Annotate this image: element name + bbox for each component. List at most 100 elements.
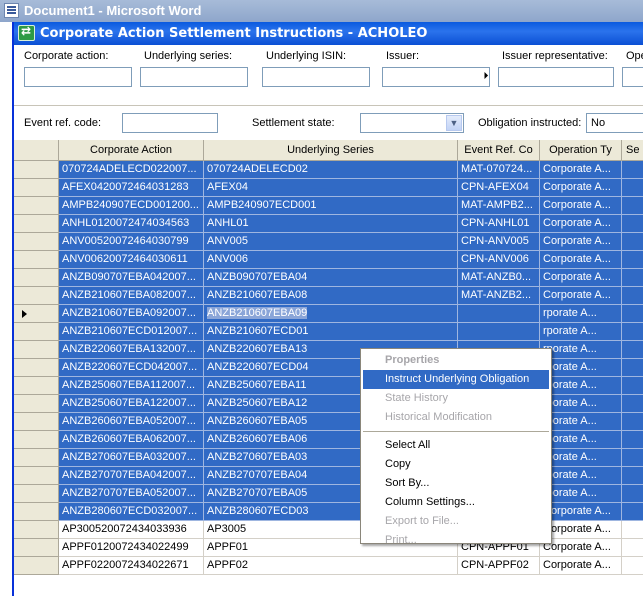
cell-underlying-series[interactable]: AMPB240907ECD001 xyxy=(204,197,458,215)
cell-operation-type[interactable]: Corporate A... xyxy=(540,503,622,521)
column-header-event-ref-code[interactable]: Event Ref. Co xyxy=(458,140,540,161)
cell-underlying-series[interactable]: ANV005 xyxy=(204,233,458,251)
issuer-representative-input[interactable] xyxy=(498,67,614,87)
cell-se[interactable] xyxy=(622,215,643,233)
chevron-down-icon[interactable]: ▼ xyxy=(446,115,462,131)
menu-item-print[interactable]: Print... xyxy=(363,531,549,550)
cell-corporate-action[interactable]: ANZB270707EBA042007... xyxy=(59,467,204,485)
cell-corporate-action[interactable]: ANZB210607EBA092007... xyxy=(59,305,204,323)
cell-operation-type[interactable]: Corporate A... xyxy=(540,179,622,197)
cell-corporate-action[interactable]: ANHL0120072474034563 xyxy=(59,215,204,233)
cell-corporate-action[interactable]: ANV00520072464030799 xyxy=(59,233,204,251)
cell-corporate-action[interactable]: ANZB250607EBA112007... xyxy=(59,377,204,395)
outer-window-titlebar[interactable]: Document1 - Microsoft Word xyxy=(0,0,643,22)
row-header[interactable] xyxy=(14,179,59,197)
cell-se[interactable] xyxy=(622,377,643,395)
menu-item-instruct-underlying-obligation[interactable]: Instruct Underlying Obligation xyxy=(363,370,549,389)
row-header[interactable] xyxy=(14,197,59,215)
menu-item-state-history[interactable]: State History xyxy=(363,389,549,408)
obligation-instructed-select[interactable]: No xyxy=(586,113,643,133)
table-row[interactable]: ANV00520072464030799 ANV005 CPN-ANV005 Corp… xyxy=(14,233,643,251)
cell-event-ref-code[interactable]: CPN-AFEX04 xyxy=(458,179,540,197)
row-header[interactable] xyxy=(14,377,59,395)
cell-corporate-action[interactable]: ANZB210607EBA082007... xyxy=(59,287,204,305)
cell-underlying-series[interactable]: ANZB090707EBA04 xyxy=(204,269,458,287)
cell-operation-type[interactable]: rporate A... xyxy=(540,485,622,503)
table-row[interactable]: ANZB090707EBA042007... ANZB090707EBA04 MAT… xyxy=(14,269,643,287)
row-header[interactable] xyxy=(14,269,59,287)
table-row[interactable]: ANV00620072464030611 ANV006 CPN-ANV006 Corp… xyxy=(14,251,643,269)
table-row[interactable]: AMPB240907ECD001200... AMPB240907ECD001 MA… xyxy=(14,197,643,215)
cell-se[interactable] xyxy=(622,161,643,179)
cell-operation-type[interactable]: Corporate A... xyxy=(540,233,622,251)
cell-operation-type[interactable]: Corporate A... xyxy=(540,269,622,287)
cell-corporate-action[interactable]: AFEX0420072464031283 xyxy=(59,179,204,197)
cell-operation-type[interactable]: rporate A... xyxy=(540,413,622,431)
cell-se[interactable] xyxy=(622,395,643,413)
cell-underlying-series[interactable]: ANHL01 xyxy=(204,215,458,233)
cell-corporate-action[interactable]: ANZB250607EBA122007... xyxy=(59,395,204,413)
cell-se[interactable] xyxy=(622,413,643,431)
cell-corporate-action[interactable]: ANZB220607EBA132007... xyxy=(59,341,204,359)
cell-operation-type[interactable]: rporate A... xyxy=(540,323,622,341)
cell-operation-type[interactable]: rporate A... xyxy=(540,359,622,377)
cell-se[interactable] xyxy=(622,287,643,305)
cell-corporate-action[interactable]: ANZB210607ECD012007... xyxy=(59,323,204,341)
cell-event-ref-code[interactable]: CPN-APPF02 xyxy=(458,557,540,575)
cell-corporate-action[interactable]: ANZB090707EBA042007... xyxy=(59,269,204,287)
ope-input[interactable] xyxy=(622,67,643,87)
row-header[interactable] xyxy=(14,341,59,359)
row-header[interactable] xyxy=(14,449,59,467)
cell-underlying-series[interactable]: ANZB210607ECD01 xyxy=(204,323,458,341)
cell-corporate-action[interactable]: ANZB270607EBA032007... xyxy=(59,449,204,467)
menu-item-historical-modification[interactable]: Historical Modification xyxy=(363,408,549,427)
cell-se[interactable] xyxy=(622,557,643,575)
cell-event-ref-code[interactable]: CPN-ANHL01 xyxy=(458,215,540,233)
row-header[interactable] xyxy=(14,161,59,179)
cell-operation-type[interactable]: rporate A... xyxy=(540,305,622,323)
row-header[interactable] xyxy=(14,233,59,251)
table-row[interactable]: APPF0220072434022671 APPF02 CPN-APPF02 Corp… xyxy=(14,557,643,575)
column-header-se[interactable]: Se xyxy=(622,140,643,161)
cell-event-ref-code[interactable] xyxy=(458,323,540,341)
menu-item-column-settings[interactable]: Column Settings... xyxy=(363,493,549,512)
column-header-operation-type[interactable]: Operation Ty xyxy=(540,140,622,161)
cell-underlying-series[interactable]: ANZB210607EBA08 xyxy=(204,287,458,305)
settlement-state-select[interactable]: ▼ xyxy=(360,113,464,133)
row-header[interactable] xyxy=(14,323,59,341)
cell-corporate-action[interactable]: ANZB270707EBA052007... xyxy=(59,485,204,503)
cell-operation-type[interactable]: rporate A... xyxy=(540,395,622,413)
cell-se[interactable] xyxy=(622,341,643,359)
menu-item-copy[interactable]: Copy xyxy=(363,455,549,474)
row-header[interactable] xyxy=(14,305,59,323)
table-row[interactable]: ANZB210607ECD012007... ANZB210607ECD01 rpo… xyxy=(14,323,643,341)
table-row[interactable]: AFEX0420072464031283 AFEX04 CPN-AFEX04 Corp… xyxy=(14,179,643,197)
row-header[interactable] xyxy=(14,359,59,377)
corporate-action-input[interactable] xyxy=(24,67,132,87)
issuer-input[interactable] xyxy=(382,67,490,87)
cell-event-ref-code[interactable]: CPN-ANV005 xyxy=(458,233,540,251)
cell-corporate-action[interactable]: ANZB220607ECD042007... xyxy=(59,359,204,377)
table-row[interactable]: 070724ADELECD022007... 070724ADELECD02 MAT… xyxy=(14,161,643,179)
row-header[interactable] xyxy=(14,521,59,539)
row-header[interactable] xyxy=(14,431,59,449)
table-row[interactable]: ANHL0120072474034563 ANHL01 CPN-ANHL01 Corp… xyxy=(14,215,643,233)
cell-operation-type[interactable]: rporate A... xyxy=(540,341,622,359)
row-header[interactable] xyxy=(14,413,59,431)
cell-operation-type[interactable]: Corporate A... xyxy=(540,215,622,233)
row-header[interactable] xyxy=(14,251,59,269)
cell-operation-type[interactable]: rporate A... xyxy=(540,467,622,485)
row-header[interactable] xyxy=(14,539,59,557)
cell-underlying-series[interactable]: ANZB210607EBA09 xyxy=(204,305,458,323)
cell-operation-type[interactable]: Corporate A... xyxy=(540,161,622,179)
cell-se[interactable] xyxy=(622,431,643,449)
cell-se[interactable] xyxy=(622,233,643,251)
cell-underlying-series[interactable]: ANV006 xyxy=(204,251,458,269)
cell-operation-type[interactable]: Corporate A... xyxy=(540,521,622,539)
cell-corporate-action[interactable]: ANV00620072464030611 xyxy=(59,251,204,269)
menu-item-export-to-file[interactable]: Export to File... xyxy=(363,512,549,531)
cell-se[interactable] xyxy=(622,521,643,539)
column-header-corporate-action[interactable]: Corporate Action xyxy=(59,140,204,161)
cell-se[interactable] xyxy=(622,539,643,557)
cell-event-ref-code[interactable]: MAT-AMPB2... xyxy=(458,197,540,215)
